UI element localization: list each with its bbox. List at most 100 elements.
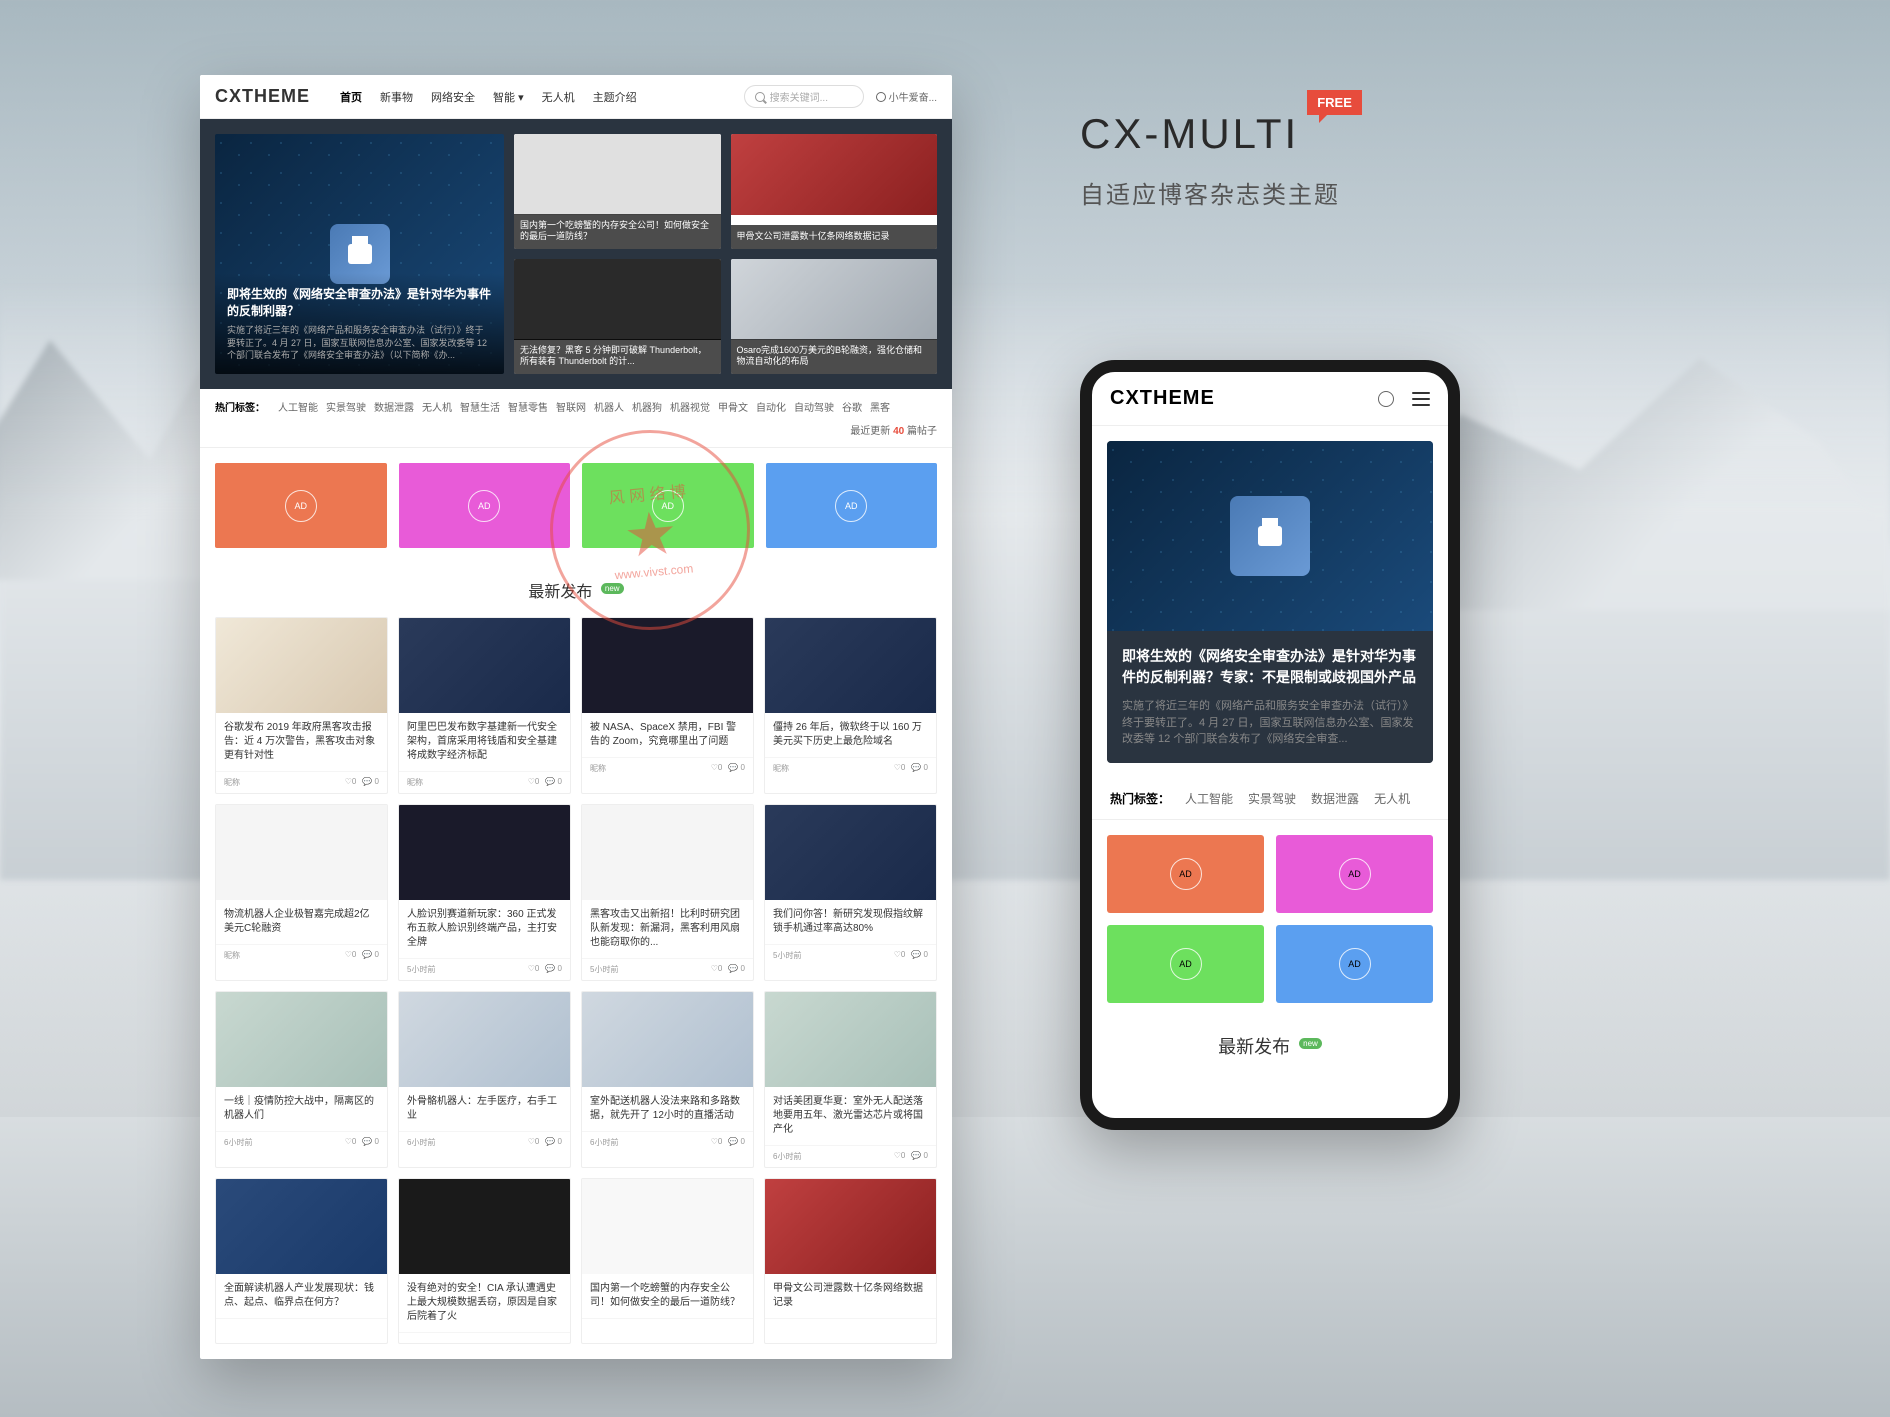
post-card[interactable]: 物流机器人企业极智嘉完成超2亿美元C轮融资 昵称 ♡0💬 0 [215, 804, 388, 981]
logo[interactable]: CXTHEME [215, 86, 310, 107]
post-card[interactable]: 对话美团夏华夏：室外无人配送落地要用五年、激光雷达芯片或将国产化 6小时前 ♡0… [764, 991, 937, 1168]
post-likes[interactable]: ♡0 [711, 763, 723, 774]
post-comments[interactable]: 💬 0 [362, 950, 379, 961]
menu-icon[interactable] [1412, 392, 1430, 406]
user-link[interactable]: 小牛爱奋... [876, 89, 937, 104]
post-meta: 6小时前 ♡0💬 0 [765, 1145, 936, 1167]
post-comments[interactable]: 💬 0 [362, 1137, 379, 1148]
post-comments[interactable]: 💬 0 [911, 1151, 928, 1162]
post-likes[interactable]: ♡0 [894, 763, 906, 774]
post-likes[interactable]: ♡0 [345, 1137, 357, 1148]
post-card[interactable]: 一线｜疫情防控大战中，隔离区的机器人们 6小时前 ♡0💬 0 [215, 991, 388, 1168]
mobile-tag[interactable]: 人工智能 [1185, 790, 1233, 807]
nav-drone[interactable]: 无人机 [542, 89, 575, 105]
post-comments[interactable]: 💬 0 [911, 950, 928, 961]
post-likes[interactable]: ♡0 [894, 950, 906, 961]
post-comments[interactable]: 💬 0 [545, 964, 562, 975]
post-likes[interactable]: ♡0 [528, 1137, 540, 1148]
hero-side-4[interactable]: Osaro完成1600万美元的B轮融资，强化仓储和物流自动化的布局 [731, 259, 937, 374]
tag-item[interactable]: 无人机 [422, 399, 452, 414]
post-title: 我们问你答！新研究发现假指纹解锁手机通过率高达80% [765, 900, 936, 944]
mobile-hero[interactable]: 即将生效的《网络安全审查办法》是针对华为事件的反制利器？专家：不是限制或歧视国外… [1107, 441, 1433, 763]
tag-item[interactable]: 机器狗 [632, 399, 662, 414]
post-likes[interactable]: ♡0 [528, 964, 540, 975]
post-card[interactable]: 谷歌发布 2019 年政府黑客攻击报告：近 4 万次警告，黑客攻击对象更有针对性… [215, 617, 388, 794]
post-image [399, 992, 570, 1087]
ad-box-3[interactable]: AD [582, 463, 754, 548]
tag-item[interactable]: 智慧生活 [460, 399, 500, 414]
nav-security[interactable]: 网络安全 [431, 89, 475, 105]
search-box[interactable]: 搜索关键词... [744, 85, 864, 108]
post-card[interactable]: 阿里巴巴发布数字基建新一代安全架构，首席采用将钱盾和安全基建将成数字经济标配 昵… [398, 617, 571, 794]
mobile-ad-2[interactable]: AD [1276, 835, 1433, 913]
new-badge: new [1299, 1038, 1322, 1049]
post-card[interactable]: 室外配送机器人没法来路和多路数据，就先开了 12小时的直播活动 6小时前 ♡0💬… [581, 991, 754, 1168]
mobile-tag[interactable]: 无人机 [1374, 790, 1410, 807]
post-card[interactable]: 我们问你答！新研究发现假指纹解锁手机通过率高达80% 5小时前 ♡0💬 0 [764, 804, 937, 981]
promo-title: CX-MULTI FREE [1080, 110, 1362, 158]
post-comments[interactable]: 💬 0 [362, 777, 379, 788]
nav-theme[interactable]: 主题介绍 [593, 89, 637, 105]
post-likes[interactable]: ♡0 [711, 964, 723, 975]
post-author: 昵称 [224, 777, 240, 788]
tag-item[interactable]: 数据泄露 [374, 399, 414, 414]
tag-item[interactable]: 甲骨文 [718, 399, 748, 414]
tag-item[interactable]: 智慧零售 [508, 399, 548, 414]
mobile-tag[interactable]: 实景驾驶 [1248, 790, 1296, 807]
post-comments[interactable]: 💬 0 [728, 763, 745, 774]
post-likes[interactable]: ♡0 [528, 777, 540, 788]
hero-side-2[interactable]: 甲骨文公司泄露数十亿条网络数据记录 [731, 134, 937, 249]
mobile-ad-3[interactable]: AD [1107, 925, 1264, 1003]
tag-item[interactable]: 机器人 [594, 399, 624, 414]
post-comments[interactable]: 💬 0 [911, 763, 928, 774]
post-card[interactable]: 甲骨文公司泄露数十亿条网络数据记录 [764, 1178, 937, 1344]
nav-home[interactable]: 首页 [340, 89, 362, 105]
nav: 首页 新事物 网络安全 智能 ▾ 无人机 主题介绍 [340, 89, 637, 105]
promo-subtitle: 自适应博客杂志类主题 [1080, 175, 1340, 210]
nav-new[interactable]: 新事物 [380, 89, 413, 105]
post-author: 昵称 [773, 763, 789, 774]
posts-grid: 谷歌发布 2019 年政府黑客攻击报告：近 4 万次警告，黑客攻击对象更有针对性… [200, 617, 952, 1359]
ad-box-1[interactable]: AD [215, 463, 387, 548]
tag-item[interactable]: 机器视觉 [670, 399, 710, 414]
hero-side-1[interactable]: 国内第一个吃螃蟹的内存安全公司！如何做安全的最后一道防线？ [514, 134, 720, 249]
ad-box-4[interactable]: AD [766, 463, 938, 548]
post-card[interactable]: 僵持 26 年后，微软终于以 160 万美元买下历史上最危险域名 昵称 ♡0💬 … [764, 617, 937, 794]
tag-item[interactable]: 黑客 [870, 399, 890, 414]
mobile-ad-1[interactable]: AD [1107, 835, 1264, 913]
user-icon[interactable] [1378, 391, 1394, 407]
mobile-tags-label: 热门标签： [1110, 790, 1170, 807]
post-likes[interactable]: ♡0 [894, 1151, 906, 1162]
post-card[interactable]: 黑客攻击又出新招！比利时研究团队新发现：新漏洞，黑客利用风扇也能窃取你的... … [581, 804, 754, 981]
mobile-ad-4[interactable]: AD [1276, 925, 1433, 1003]
post-card[interactable]: 被 NASA、SpaceX 禁用，FBI 警告的 Zoom，究竟哪里出了问题 昵… [581, 617, 754, 794]
mobile-logo[interactable]: CXTHEME [1110, 387, 1215, 410]
hero-side-3[interactable]: 无法修复？黑客 5 分钟即可破解 Thunderbolt，所有装有 Thunde… [514, 259, 720, 374]
post-card[interactable]: 国内第一个吃螃蟹的内存安全公司！如何做安全的最后一道防线？ [581, 1178, 754, 1344]
post-comments[interactable]: 💬 0 [545, 777, 562, 788]
post-likes[interactable]: ♡0 [711, 1137, 723, 1148]
post-comments[interactable]: 💬 0 [545, 1137, 562, 1148]
tag-item[interactable]: 自动驾驶 [794, 399, 834, 414]
post-card[interactable]: 外骨骼机器人：左手医疗，右手工业 6小时前 ♡0💬 0 [398, 991, 571, 1168]
mobile-mockup: CXTHEME 即将生效的《网络安全审查办法》是针对华为事件的反制利器？专家：不… [1080, 360, 1460, 1130]
tag-item[interactable]: 谷歌 [842, 399, 862, 414]
nav-smart[interactable]: 智能 ▾ [493, 89, 524, 105]
tag-item[interactable]: 实景驾驶 [326, 399, 366, 414]
post-card[interactable]: 人脸识别赛道新玩家：360 正式发布五款人脸识别终端产品，主打安全牌 5小时前 … [398, 804, 571, 981]
post-likes[interactable]: ♡0 [345, 777, 357, 788]
post-likes[interactable]: ♡0 [345, 950, 357, 961]
post-comments[interactable]: 💬 0 [728, 964, 745, 975]
tag-item[interactable]: 智联网 [556, 399, 586, 414]
ad-box-2[interactable]: AD [399, 463, 571, 548]
mobile-tag[interactable]: 数据泄露 [1311, 790, 1359, 807]
tag-item[interactable]: 自动化 [756, 399, 786, 414]
post-author: 昵称 [590, 763, 606, 774]
tag-item[interactable]: 人工智能 [278, 399, 318, 414]
post-card[interactable]: 全面解读机器人产业发展现状：钱点、起点、临界点在何方？ [215, 1178, 388, 1344]
post-author: 5小时前 [590, 964, 618, 975]
post-card[interactable]: 没有绝对的安全！CIA 承认遭遇史上最大规模数据丢窃，原因是自家后院着了火 [398, 1178, 571, 1344]
hero-main[interactable]: 即将生效的《网络安全审查办法》是针对华为事件的反制利器？ 实施了将近三年的《网络… [215, 134, 504, 374]
post-comments[interactable]: 💬 0 [728, 1137, 745, 1148]
post-author: 6小时前 [590, 1137, 618, 1148]
